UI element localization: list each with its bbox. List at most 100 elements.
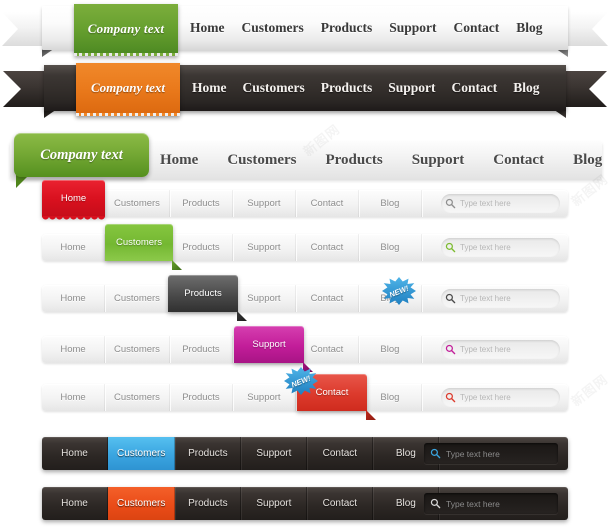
nav-item-blog[interactable]: Blog	[573, 152, 602, 169]
nav-item-support[interactable]: Support	[388, 80, 435, 96]
nav-item-blog[interactable]: Blog	[516, 20, 542, 36]
dark-bar-orange: Home Customers Products Support Contact …	[42, 487, 568, 520]
nav-item-products[interactable]: Products	[175, 487, 242, 520]
magnifier-icon	[430, 498, 441, 509]
search-placeholder: Type text here	[446, 448, 500, 459]
nav-item-customers[interactable]: Customers	[243, 80, 305, 96]
magnifier-icon	[445, 392, 456, 403]
light-bar-home: Home Customers Products Support Contact …	[42, 180, 568, 223]
bar-rounded-green: Company text Home Customers Products Sup…	[0, 133, 610, 188]
nav-item-home[interactable]: Home	[192, 80, 227, 96]
new-badge-label: NEW!	[388, 283, 410, 299]
nav-item-blog[interactable]: Blog	[359, 190, 422, 217]
nav-item-products[interactable]: Products	[170, 190, 233, 217]
magnifier-icon	[445, 242, 456, 253]
nav-item-customers[interactable]: Customers	[108, 487, 176, 520]
active-tab-label: Customers	[116, 237, 162, 248]
nav-item-home[interactable]: Home	[160, 152, 198, 169]
search-box[interactable]: Type text here	[441, 340, 560, 359]
nav-item-support[interactable]: Support	[389, 20, 436, 36]
ribbon-dark-menu: Home Customers Products Support Contact …	[192, 65, 540, 111]
search-placeholder: Type text here	[460, 345, 511, 354]
nav-item-customers[interactable]: Customers	[227, 152, 296, 169]
nav-item-contact[interactable]: Contact	[493, 152, 544, 169]
nav-items: Home Customers Products Support Contact …	[42, 234, 422, 261]
nav-item-home[interactable]: Home	[42, 336, 105, 363]
search-box[interactable]: Type text here	[441, 289, 560, 308]
search-placeholder: Type text here	[460, 294, 511, 303]
curled-corner	[237, 311, 247, 321]
nav-item-support[interactable]: Support	[233, 285, 296, 312]
active-tab-products[interactable]: Products	[168, 275, 247, 321]
nav-item-support[interactable]: Support	[241, 487, 308, 520]
curled-corner	[172, 260, 182, 270]
search-box[interactable]: Type text here	[424, 493, 558, 514]
nav-item-contact[interactable]: Contact	[296, 285, 359, 312]
nav-item-support[interactable]: Support	[233, 190, 296, 217]
light-bar-customers: Home Customers Products Support Contact …	[42, 224, 568, 270]
nav-item-support[interactable]: Support	[241, 437, 308, 470]
bar-rounded-menu: Home Customers Products Support Contact …	[160, 141, 602, 179]
nav-item-customers[interactable]: Customers	[242, 20, 304, 36]
nav-item-customers[interactable]: Customers	[105, 190, 170, 217]
brand-label: Company text	[87, 20, 165, 36]
nav-item-blog[interactable]: Blog	[359, 234, 422, 261]
search-placeholder: Type text here	[446, 498, 500, 509]
nav-item-customers[interactable]: Customers	[105, 336, 170, 363]
dark-bar-blue: Home Customers Products Support Contact …	[42, 437, 568, 470]
nav-item-blog[interactable]: Blog	[359, 384, 422, 411]
nav-item-support[interactable]: Support	[412, 152, 465, 169]
nav-item-products[interactable]: Products	[170, 234, 233, 261]
search-box[interactable]: Type text here	[441, 194, 560, 213]
nav-item-products[interactable]: Products	[325, 152, 382, 169]
nav-item-contact[interactable]: Contact	[307, 487, 374, 520]
nav-item-products[interactable]: Products	[321, 20, 373, 36]
nav-item-products[interactable]: Products	[170, 336, 233, 363]
nav-item-customers[interactable]: Customers	[108, 437, 176, 470]
nav-item-contact[interactable]: Contact	[296, 190, 359, 217]
nav-item-contact[interactable]: Contact	[296, 234, 359, 261]
brand-logo-green[interactable]: Company text	[74, 4, 178, 56]
ribbon-light: Company text Home Customers Products Sup…	[0, 4, 610, 57]
search-placeholder: Type text here	[460, 393, 511, 402]
nav-item-contact[interactable]: Contact	[296, 336, 359, 363]
nav-item-home[interactable]: Home	[42, 234, 105, 261]
curled-corner	[366, 410, 376, 420]
magnifier-icon	[445, 198, 456, 209]
nav-item-products[interactable]: Products	[175, 437, 242, 470]
nav-item-home[interactable]: Home	[42, 285, 105, 312]
active-tab-support[interactable]: Support	[234, 326, 313, 372]
nav-items: Home Customers Products Support Contact …	[42, 437, 440, 470]
active-tab-label: Contact	[315, 387, 349, 398]
scalloped-edge	[42, 216, 105, 223]
active-tab-home[interactable]: Home	[42, 180, 105, 223]
nav-item-customers[interactable]: Customers	[105, 384, 170, 411]
search-placeholder: Type text here	[460, 243, 511, 252]
nav-item-contact[interactable]: Contact	[307, 437, 374, 470]
light-bar-contact: Home Customers Products Support Contact …	[42, 367, 568, 420]
nav-items: Home Customers Products Support Contact …	[42, 336, 422, 363]
light-bar-support: Home Customers Products Support Contact …	[42, 326, 568, 372]
active-tab-label: Support	[252, 339, 286, 350]
search-box[interactable]: Type text here	[441, 238, 560, 257]
nav-item-contact[interactable]: Contact	[452, 80, 498, 96]
nav-item-home[interactable]: Home	[42, 437, 108, 470]
magnifier-icon	[430, 448, 441, 459]
nav-item-blog[interactable]: Blog	[513, 80, 539, 96]
search-box[interactable]: Type text here	[424, 443, 558, 464]
nav-item-home[interactable]: Home	[190, 20, 225, 36]
nav-item-home[interactable]: Home	[42, 384, 105, 411]
nav-item-products[interactable]: Products	[321, 80, 373, 96]
search-box[interactable]: Type text here	[441, 388, 560, 407]
nav-item-blog[interactable]: Blog	[359, 336, 422, 363]
nav-item-contact[interactable]: Contact	[454, 20, 500, 36]
active-tab-customers[interactable]: Customers	[105, 224, 182, 270]
nav-item-customers[interactable]: Customers	[105, 285, 170, 312]
nav-item-support[interactable]: Support	[233, 234, 296, 261]
nav-item-products[interactable]: Products	[170, 384, 233, 411]
nav-item-home[interactable]: Home	[42, 487, 108, 520]
nav-items: Home Customers Products Support Contact …	[42, 487, 440, 520]
ribbon-light-menu: Home Customers Products Support Contact …	[190, 4, 543, 52]
brand-logo-green-rounded[interactable]: Company text	[14, 133, 149, 177]
brand-logo-orange[interactable]: Company text	[76, 63, 180, 116]
